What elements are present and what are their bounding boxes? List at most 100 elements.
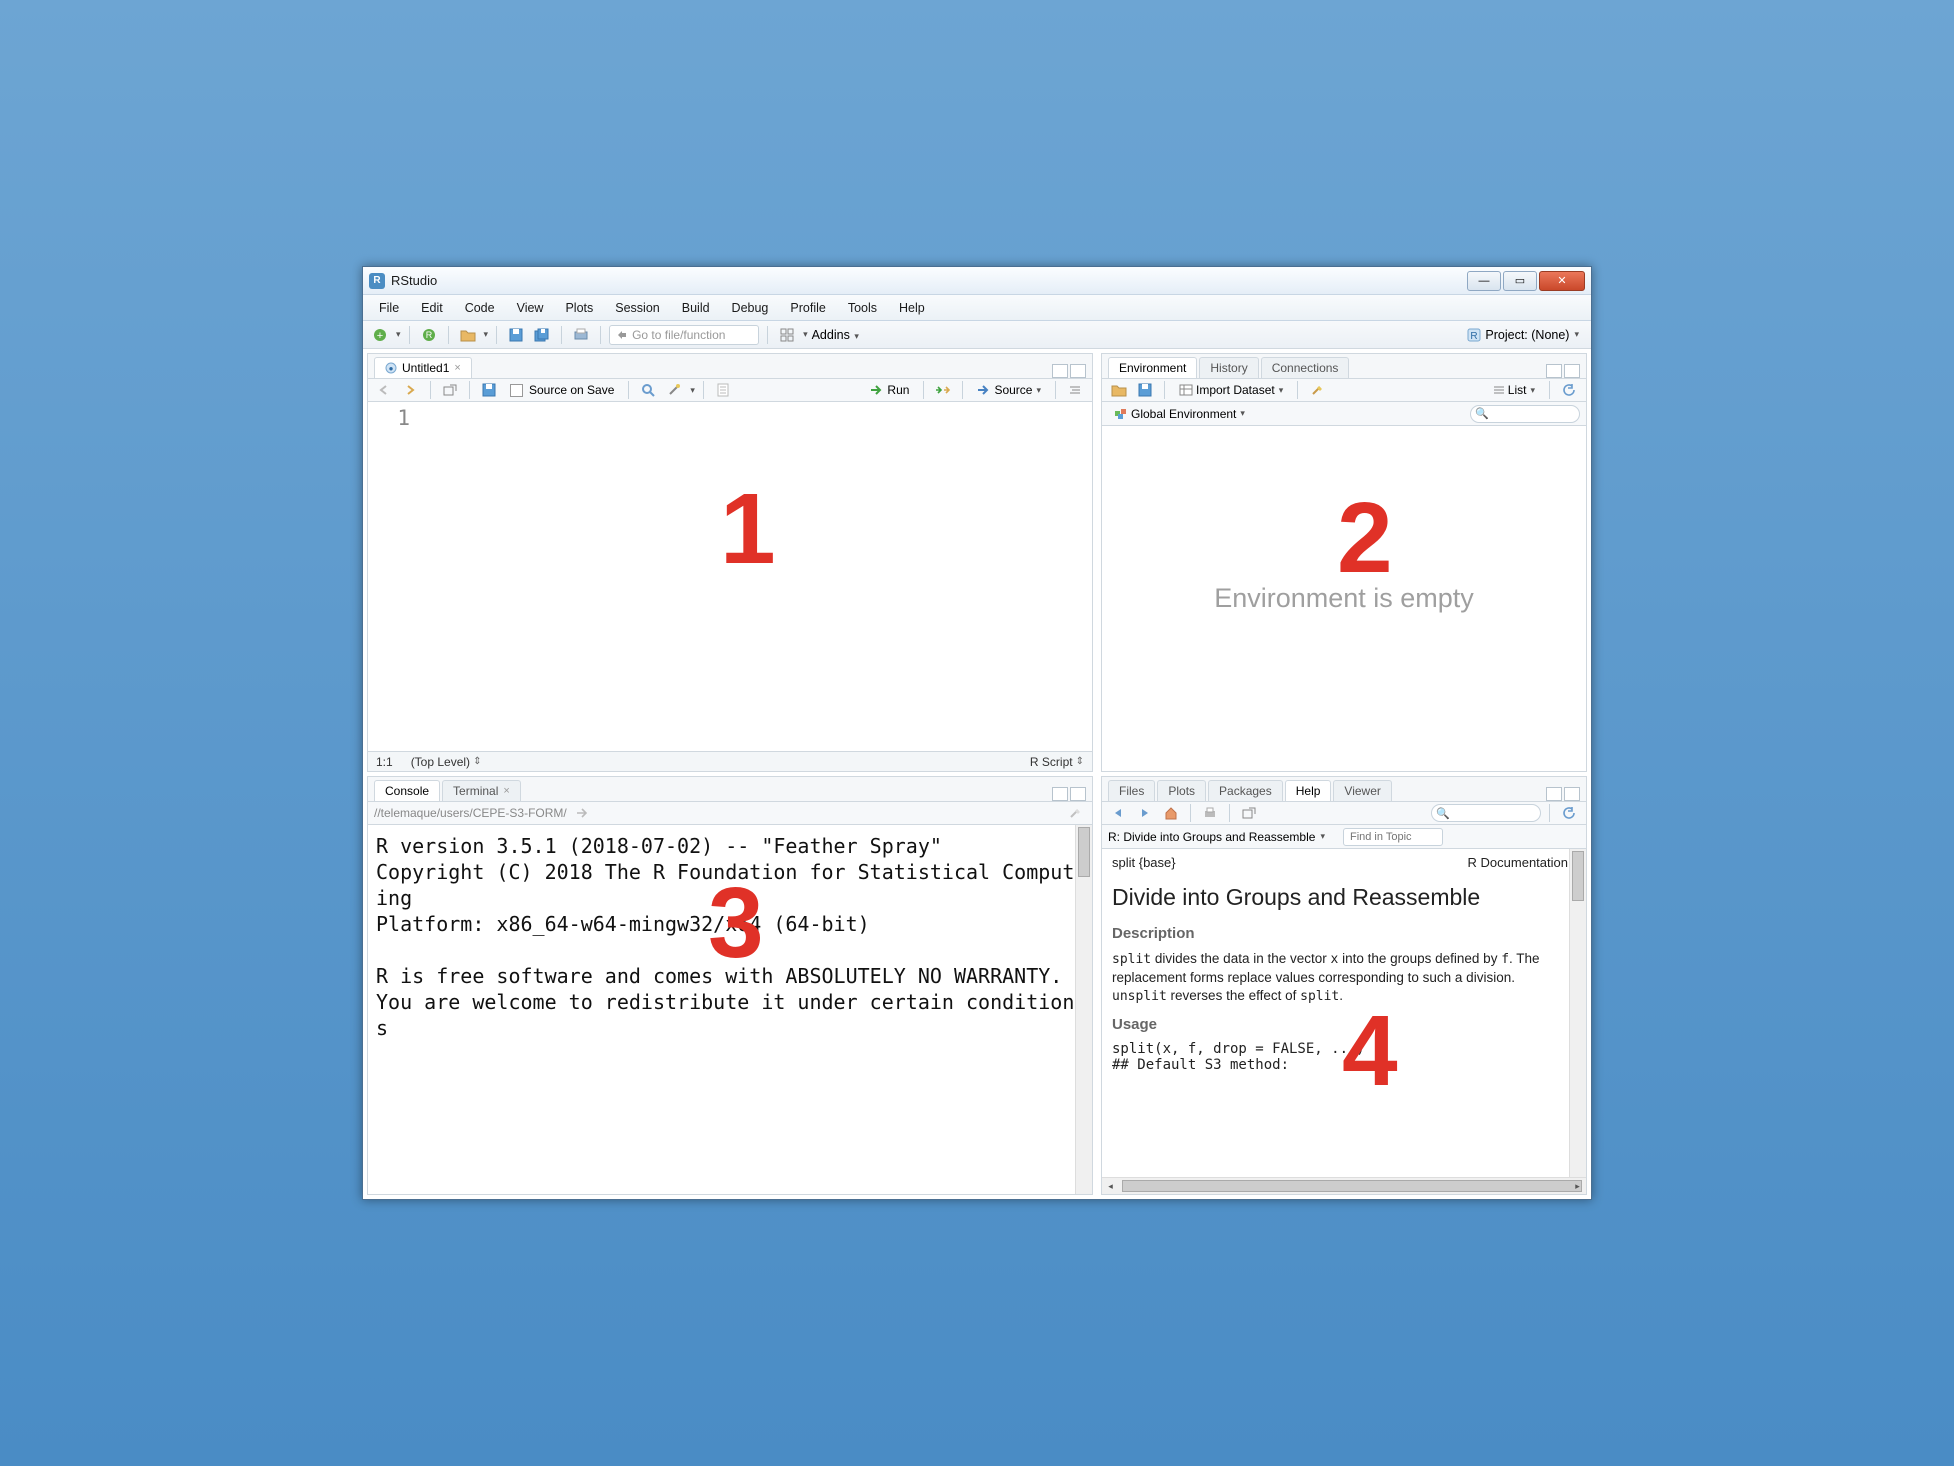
source-button[interactable]: Source ▾ [971, 381, 1047, 399]
close-button[interactable]: ✕ [1539, 271, 1585, 291]
pane-maximize-icon[interactable] [1070, 364, 1086, 378]
tab-plots[interactable]: Plots [1157, 780, 1206, 801]
scrollbar[interactable] [1569, 849, 1586, 1194]
menu-session[interactable]: Session [605, 298, 669, 318]
forward-icon[interactable] [400, 379, 422, 401]
wand-icon[interactable] [663, 379, 685, 401]
tab-history[interactable]: History [1199, 357, 1258, 378]
help-content[interactable]: split {base} R Documentation Divide into… [1102, 849, 1586, 1194]
goto-wd-icon[interactable] [571, 802, 593, 824]
outline-icon[interactable] [1064, 379, 1086, 401]
goto-placeholder: Go to file/function [632, 328, 725, 342]
back-icon[interactable] [374, 379, 396, 401]
help-search[interactable]: 🔍 [1431, 804, 1541, 822]
console-path-bar: //telemaque/users/CEPE-S3-FORM/ [368, 801, 1092, 825]
search-icon[interactable] [637, 379, 659, 401]
project-selector[interactable]: R Project: (None) ▾ [1467, 328, 1585, 342]
tab-console[interactable]: Console [374, 780, 440, 801]
popout-icon[interactable] [439, 379, 461, 401]
source-status-bar: 1:1 (Top Level)⇕ R Script⇕ [368, 751, 1092, 771]
save-icon[interactable] [505, 324, 527, 346]
menu-code[interactable]: Code [455, 298, 505, 318]
scope-selector[interactable]: (Top Level) [411, 755, 470, 769]
tab-terminal[interactable]: Terminal × [442, 780, 521, 801]
tab-connections[interactable]: Connections [1261, 357, 1350, 378]
tab-files[interactable]: Files [1108, 780, 1155, 801]
menu-bar: File Edit Code View Plots Session Build … [363, 295, 1591, 321]
menu-tools[interactable]: Tools [838, 298, 887, 318]
help-rdoc-label: R Documentation [1468, 855, 1568, 870]
source-tab[interactable]: ● Untitled1 × [374, 357, 472, 378]
env-search[interactable]: 🔍 [1470, 405, 1580, 423]
menu-edit[interactable]: Edit [411, 298, 453, 318]
close-tab-icon[interactable]: × [454, 362, 460, 374]
pane-minimize-icon[interactable] [1052, 364, 1068, 378]
run-button[interactable]: Run [864, 381, 915, 399]
open-file-icon[interactable] [457, 324, 479, 346]
help-popout-icon[interactable] [1238, 802, 1260, 824]
dropdown-icon[interactable]: ▾ [396, 329, 401, 340]
source-editor[interactable]: 1 1 [368, 402, 1092, 751]
h-scrollbar[interactable]: ◂ ▸ [1102, 1177, 1586, 1194]
tab-viewer[interactable]: Viewer [1333, 780, 1391, 801]
pane-maximize-icon[interactable] [1070, 787, 1086, 801]
tab-help[interactable]: Help [1285, 780, 1332, 801]
clear-console-icon[interactable] [1064, 802, 1086, 824]
menu-profile[interactable]: Profile [780, 298, 835, 318]
help-back-icon[interactable] [1108, 802, 1130, 824]
help-home-icon[interactable] [1160, 802, 1182, 824]
menu-build[interactable]: Build [672, 298, 720, 318]
pane-maximize-icon[interactable] [1564, 364, 1580, 378]
report-icon[interactable] [712, 379, 734, 401]
maximize-button[interactable]: ▭ [1503, 271, 1537, 291]
rerun-icon[interactable] [932, 379, 954, 401]
help-forward-icon[interactable] [1134, 802, 1156, 824]
refresh-icon[interactable] [1558, 802, 1580, 824]
print-icon[interactable] [570, 324, 592, 346]
menu-debug[interactable]: Debug [722, 298, 779, 318]
pane-minimize-icon[interactable] [1546, 787, 1562, 801]
source-toolbar: Source on Save ▾ Run Source ▾ [368, 378, 1092, 402]
tab-packages[interactable]: Packages [1208, 780, 1283, 801]
working-dir[interactable]: //telemaque/users/CEPE-S3-FORM/ [374, 806, 567, 820]
menu-file[interactable]: File [369, 298, 409, 318]
grid-icon[interactable] [776, 324, 798, 346]
help-topic-selector[interactable]: R: Divide into Groups and Reassemble [1108, 830, 1315, 844]
help-usage-code: split(x, f, drop = FALSE, ...) ## Defaul… [1112, 1041, 1568, 1073]
app-window: R RStudio — ▭ ✕ File Edit Code View Plot… [362, 266, 1592, 1200]
menu-view[interactable]: View [507, 298, 554, 318]
source-on-save-checkbox[interactable]: Source on Save [504, 381, 620, 399]
dropdown-icon[interactable]: ▾ [803, 329, 808, 340]
goto-file-input[interactable]: Go to file/function [609, 325, 759, 345]
dropdown-icon[interactable]: ▾ [484, 329, 489, 340]
find-in-topic-input[interactable] [1343, 828, 1443, 846]
save-all-icon[interactable] [531, 324, 553, 346]
import-dataset-button[interactable]: Import Dataset ▾ [1173, 381, 1289, 399]
scrollbar[interactable] [1075, 825, 1092, 1194]
pane-minimize-icon[interactable] [1052, 787, 1068, 801]
menu-plots[interactable]: Plots [555, 298, 603, 318]
save-env-icon[interactable] [1134, 379, 1156, 401]
load-icon[interactable] [1108, 379, 1130, 401]
menu-help[interactable]: Help [889, 298, 935, 318]
app-icon: R [369, 273, 385, 289]
file-mode[interactable]: R Script [1030, 755, 1073, 769]
minimize-button[interactable]: — [1467, 271, 1501, 291]
svg-text:+: + [377, 330, 383, 342]
list-view-button[interactable]: List ▾ [1487, 381, 1541, 399]
new-file-icon[interactable]: + [369, 324, 391, 346]
save-file-icon[interactable] [478, 379, 500, 401]
tab-environment[interactable]: Environment [1108, 357, 1197, 378]
help-section-usage: Usage [1112, 1016, 1568, 1033]
env-scope-selector[interactable]: Global Environment ▾ [1108, 405, 1251, 423]
refresh-icon[interactable] [1558, 379, 1580, 401]
environment-pane: Environment History Connections Import D… [1101, 353, 1587, 772]
pane-maximize-icon[interactable] [1564, 787, 1580, 801]
broom-icon[interactable] [1306, 379, 1328, 401]
source-tab-title: Untitled1 [402, 361, 449, 375]
pane-minimize-icon[interactable] [1546, 364, 1562, 378]
console-output[interactable]: R version 3.5.1 (2018-07-02) -- "Feather… [368, 825, 1092, 1194]
help-print-icon[interactable] [1199, 802, 1221, 824]
addins-menu[interactable]: Addins ▾ [812, 328, 859, 342]
new-project-icon[interactable]: R [418, 324, 440, 346]
